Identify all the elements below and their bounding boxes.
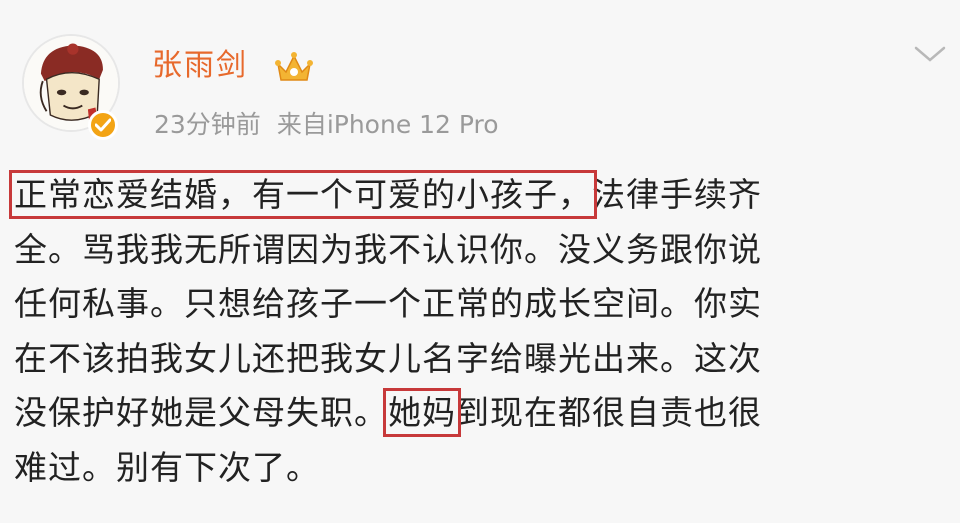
crown-icon[interactable] [274, 50, 314, 86]
content-text: 没保护好她是父母失职。 [14, 393, 388, 432]
highlighted-text: 她妈 [383, 388, 461, 437]
content-text: 到现在都很自责也很 [456, 393, 762, 432]
content-line: 全。骂我我无所谓因为我不认识你。没义务跟你说 [14, 229, 762, 269]
chevron-down-icon[interactable] [912, 42, 948, 66]
content-line: 没保护好她是父母失职。她妈到现在都很自责也很 [14, 386, 934, 441]
verified-badge-icon [88, 110, 118, 140]
highlighted-text: 正常恋爱结婚，有一个可爱的小孩子， [9, 170, 597, 219]
post-meta: 23分钟前 来自iPhone 12 Pro [154, 108, 499, 142]
content-line: 任何私事。只想给孩子一个正常的成长空间。你实 [14, 284, 762, 323]
content-text: 法律手续齐 [592, 175, 762, 214]
weibo-post: 张雨剑 23分钟前 来自iPhone 12 Pro 正常恋爱结婚，有一个可爱的小孩… [0, 0, 960, 523]
post-content: 正常恋爱结婚，有一个可爱的小孩子，法律手续齐 全。骂我我无所谓因为我不认识你。没… [9, 168, 934, 495]
username[interactable]: 张雨剑 [152, 46, 248, 86]
content-line: 难过。别有下次了。 [14, 447, 320, 487]
content-line: 正常恋爱结婚，有一个可爱的小孩子，法律手续齐 [9, 168, 934, 223]
post-time: 23分钟前 [154, 110, 261, 139]
content-line: 在不该拍我女儿还把我女儿名字给曝光出来。这次 [14, 338, 762, 378]
post-source[interactable]: 来自iPhone 12 Pro [277, 110, 499, 139]
